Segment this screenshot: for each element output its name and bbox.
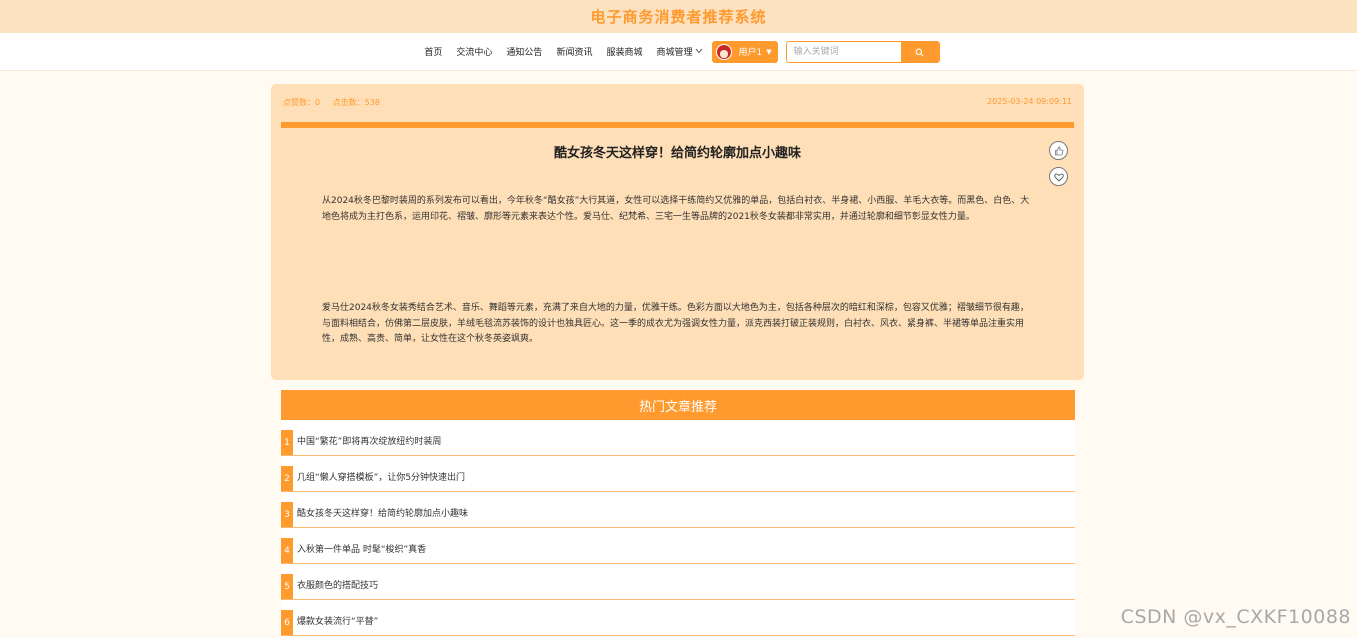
- user-name: 用户1: [738, 48, 763, 58]
- navbar: 首页 交流中心 通知公告 新闻资讯 服装商城 商城管理 用户1 ▼: [0, 33, 1357, 71]
- nav-home[interactable]: 首页: [424, 45, 442, 58]
- nav-menu: 首页 交流中心 通知公告 新闻资讯 服装商城 商城管理 用户1 ▼: [417, 40, 940, 63]
- top-banner: 电子商务消费者推荐系统: [0, 0, 1357, 33]
- like-count: 点赞数：0: [283, 98, 321, 107]
- article-title: 酷女孩冬天这样穿！给简约轮廓加点小趣味: [553, 146, 801, 161]
- search-input[interactable]: [786, 41, 901, 62]
- divider: [281, 527, 1075, 528]
- hot-item-number: 4: [281, 538, 293, 563]
- hot-item-title[interactable]: 衣服颜色的搭配技巧: [297, 574, 378, 599]
- nav-news[interactable]: 新闻资讯: [556, 45, 592, 58]
- search-icon: [915, 42, 924, 61]
- caret-down-icon: ▼: [766, 47, 772, 56]
- click-count: 点击数：538: [332, 98, 380, 107]
- article-paragraph-1: 从2024秋冬巴黎时装周的系列发布可以看出，今年秋冬“酷女孩”大行其道，女性可以…: [322, 196, 1030, 222]
- accent-bar: [281, 122, 1074, 128]
- article-datetime: 2025-03-24 09:09:11: [987, 97, 1072, 106]
- divider: [281, 455, 1075, 456]
- hot-item-title[interactable]: 酷女孩冬天这样穿！给简约轮廓加点小趣味: [297, 502, 468, 527]
- user-menu-button[interactable]: 用户1 ▼: [712, 40, 778, 63]
- hot-item-number: 1: [281, 430, 293, 455]
- hot-item-title[interactable]: 几组“懒人穿搭模板”，让你5分钟快速出门: [297, 466, 465, 491]
- article-card: 点赞数：0 点击数：538 2025-03-24 09:09:11 酷女孩冬天这…: [271, 84, 1084, 380]
- watermark: CSDN @vx_CXKF10088: [1120, 606, 1351, 628]
- article-paragraph-2: 爱马仕2024秋冬女装秀结合艺术、音乐、舞蹈等元素，充满了来自大地的力量，优雅干…: [322, 303, 1029, 344]
- site-title: 电子商务消费者推荐系统: [590, 8, 767, 26]
- search-box: [785, 40, 940, 63]
- nav-shop[interactable]: 服装商城: [606, 45, 642, 58]
- divider: [281, 491, 1075, 492]
- like-button[interactable]: [1049, 141, 1068, 160]
- hot-list: 1 中国“繁花”即将再次绽放纽约时装周 2 几组“懒人穿搭模板”，让你5分钟快速…: [281, 430, 1075, 638]
- divider: [281, 563, 1075, 564]
- thumbs-up-icon: [1054, 141, 1064, 160]
- hot-item-number: 3: [281, 502, 293, 527]
- hot-item-number: 5: [281, 574, 293, 599]
- hot-item-title[interactable]: 中国“繁花”即将再次绽放纽约时装周: [297, 430, 441, 455]
- hot-item-title[interactable]: 爆款女装流行“平替”: [297, 610, 378, 635]
- article-meta: 点赞数：0 点击数：538 2025-03-24 09:09:11: [283, 97, 1072, 108]
- hot-item[interactable]: 3 酷女孩冬天这样穿！给简约轮廓加点小趣味: [281, 502, 1075, 538]
- nav-forum[interactable]: 交流中心: [456, 45, 492, 58]
- hot-articles: 热门文章推荐 1 中国“繁花”即将再次绽放纽约时装周 2 几组“懒人穿搭模板”，…: [281, 390, 1075, 638]
- hot-item-number: 2: [281, 466, 293, 491]
- heart-icon: [1053, 167, 1064, 186]
- hot-item[interactable]: 4 入秋第一件单品 时髦“梭织”真香: [281, 538, 1075, 574]
- nav-shop-management[interactable]: 商城管理: [656, 45, 703, 58]
- divider: [281, 635, 1075, 636]
- hot-item[interactable]: 6 爆款女装流行“平替”: [281, 610, 1075, 638]
- divider: [281, 599, 1075, 600]
- favorite-button[interactable]: [1049, 167, 1068, 186]
- hot-item[interactable]: 2 几组“懒人穿搭模板”，让你5分钟快速出门: [281, 466, 1075, 502]
- chevron-down-icon: [695, 47, 703, 56]
- hot-item[interactable]: 5 衣服颜色的搭配技巧: [281, 574, 1075, 610]
- hot-item[interactable]: 1 中国“繁花”即将再次绽放纽约时装周: [281, 430, 1075, 466]
- search-button[interactable]: [900, 41, 939, 62]
- nav-notices[interactable]: 通知公告: [506, 45, 542, 58]
- hot-item-title[interactable]: 入秋第一件单品 时髦“梭织”真香: [297, 538, 426, 563]
- avatar: [716, 43, 733, 60]
- nav-shop-management-label: 商城管理: [656, 48, 693, 58]
- hot-item-number: 6: [281, 610, 293, 635]
- hot-articles-header: 热门文章推荐: [281, 390, 1075, 420]
